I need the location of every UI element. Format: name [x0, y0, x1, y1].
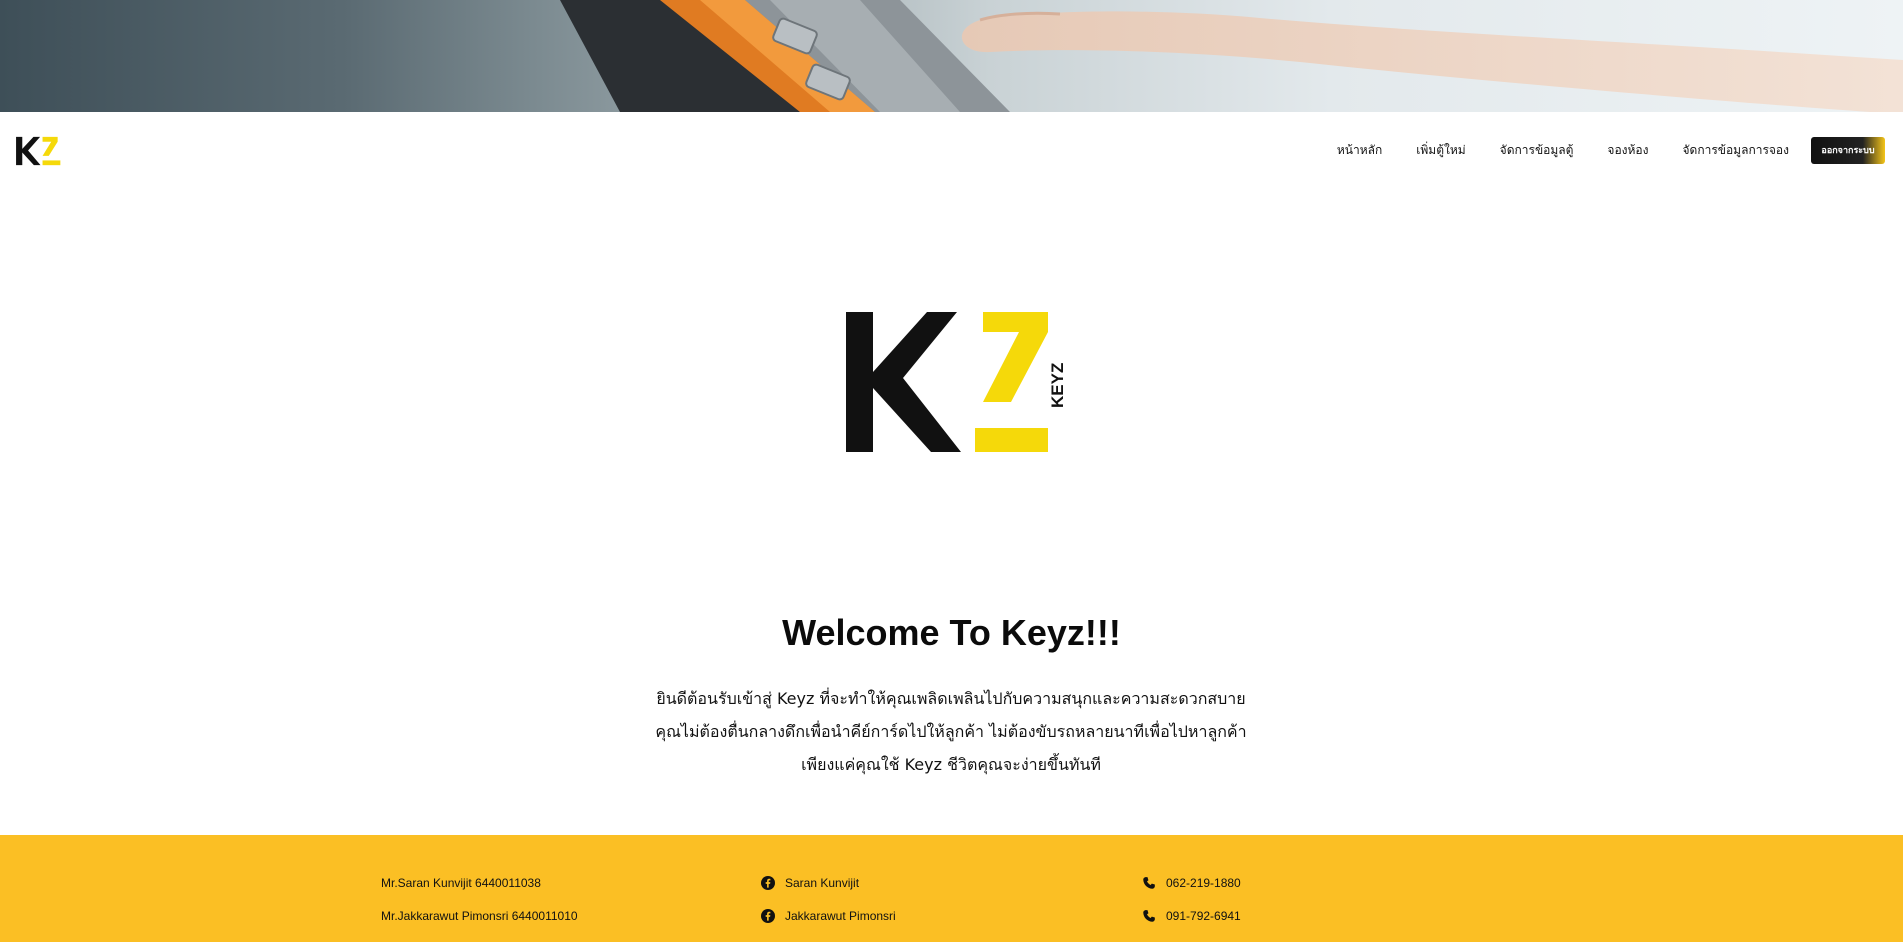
hero-banner-image [0, 0, 1903, 112]
facebook-link[interactable]: Jakkarawut Pimonsri [761, 899, 896, 932]
footer-facebook: Saran Kunvijit Jakkarawut Pimonsri [761, 866, 896, 932]
top-navbar: หน้าหลัก เพิ่มตู้ใหม่ จัดการข้อมูลตู้ จอ… [0, 112, 1903, 186]
nav-item-manage-lockers[interactable]: จัดการข้อมูลตู้ [1500, 141, 1574, 160]
nav-item-manage-bookings[interactable]: จัดการข้อมูลการจอง [1683, 141, 1790, 160]
footer-names: Mr.Saran Kunvijit 6440011038 Mr.Jakkaraw… [381, 866, 578, 932]
nav-item-home[interactable]: หน้าหลัก [1337, 141, 1382, 160]
welcome-title: Welcome To Keyz!!! [782, 612, 1121, 653]
footer: Mr.Saran Kunvijit 6440011038 Mr.Jakkaraw… [0, 835, 1903, 942]
phone-icon [1143, 909, 1155, 922]
phone-number: 091-792-6941 [1166, 908, 1241, 923]
facebook-name: Jakkarawut Pimonsri [785, 908, 896, 923]
welcome-line: คุณไม่ต้องตื่นกลางดึกเพื่อนำคีย์การ์ดไปใ… [655, 722, 1247, 741]
phone-icon [1143, 876, 1155, 889]
nav-item-book-room[interactable]: จองห้อง [1607, 141, 1648, 160]
logout-button[interactable]: ออกจากระบบ [1811, 136, 1885, 164]
keyz-logo: KEYZ [845, 310, 1067, 455]
phone-link[interactable]: 091-792-6941 [1142, 899, 1241, 932]
nav-links: หน้าหลัก เพิ่มตู้ใหม่ จัดการข้อมูลตู้ จอ… [1303, 136, 1885, 164]
phone-link[interactable]: 062-219-1880 [1142, 866, 1241, 899]
facebook-name: Saran Kunvijit [785, 875, 860, 890]
facebook-link[interactable]: Saran Kunvijit [761, 866, 896, 899]
facebook-icon [761, 875, 775, 890]
facebook-icon [761, 908, 775, 923]
logo-text: KEYZ [1048, 363, 1065, 408]
welcome-description: ยินดีต้อนรับเข้าสู่ Keyz ที่จะทำให้คุณเพ… [551, 682, 1351, 781]
welcome-line: ยินดีต้อนรับเข้าสู่ Keyz ที่จะทำให้คุณเพ… [656, 689, 1246, 708]
welcome-line: เพียงแค่คุณใช้ Keyz ชีวิตคุณจะง่ายขึ้นทั… [801, 755, 1101, 774]
footer-member-name: Mr.Saran Kunvijit 6440011038 [381, 875, 541, 890]
nav-item-add-locker[interactable]: เพิ่มตู้ใหม่ [1416, 141, 1465, 160]
footer-member-name: Mr.Jakkarawut Pimonsri 6440011010 [381, 908, 578, 923]
footer-phones: 062-219-1880 091-792-6941 [1142, 866, 1241, 932]
nav-logo[interactable] [14, 136, 62, 166]
phone-number: 062-219-1880 [1166, 875, 1241, 890]
